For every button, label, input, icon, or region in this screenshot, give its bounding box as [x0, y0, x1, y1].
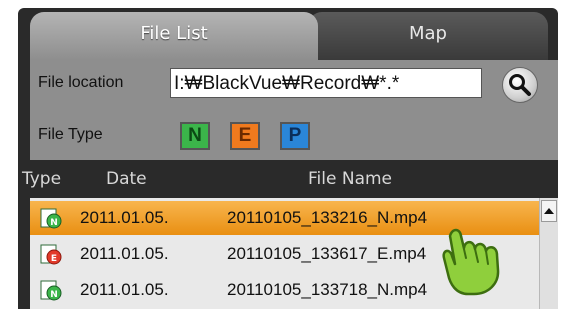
search-button[interactable]	[502, 67, 538, 103]
file-type-label: File Type	[38, 126, 103, 143]
filter-panel: File location I:₩BlackVue₩Record₩*.* Fil…	[30, 60, 558, 160]
file-location-field[interactable]: I:₩BlackVue₩Record₩*.*	[170, 68, 482, 98]
column-header-date[interactable]: Date	[106, 160, 147, 198]
normal-file-icon: N	[40, 280, 62, 301]
file-location-label: File location	[38, 74, 124, 91]
magnifier-icon	[509, 74, 531, 96]
svg-text:E: E	[51, 254, 57, 264]
file-name: 20110105_133216_N.mp4	[227, 208, 428, 227]
file-name: 20110105_133718_N.mp4	[227, 280, 428, 299]
file-type-parking-toggle[interactable]: P	[280, 122, 310, 150]
vertical-scrollbar[interactable]	[539, 198, 558, 309]
svg-text:N: N	[50, 218, 58, 228]
file-list: N 2011.01.05. 20110105_133216_N.mp4 E 20…	[30, 198, 558, 309]
arrow-up-icon	[544, 208, 554, 214]
file-type-event-toggle[interactable]: E	[230, 122, 260, 150]
tab-bar: Map File List	[18, 8, 558, 60]
file-date: 2011.01.05.	[80, 280, 169, 299]
file-date: 2011.01.05.	[80, 208, 169, 227]
table-header: Type Date File Name	[18, 160, 558, 198]
file-row[interactable]: N 2011.01.05. 20110105_133216_N.mp4	[30, 201, 540, 235]
event-file-icon: E	[40, 244, 62, 265]
file-row[interactable]: N 2011.01.05. 20110105_133718_N.mp4	[30, 273, 540, 307]
scroll-up-button[interactable]	[541, 200, 557, 222]
file-row[interactable]: E 2011.01.05. 20110105_133617_E.mp4	[30, 237, 540, 271]
column-header-file-name[interactable]: File Name	[308, 160, 392, 198]
file-name: 20110105_133617_E.mp4	[227, 244, 427, 263]
file-type-normal-toggle[interactable]: N	[180, 122, 210, 150]
file-date: 2011.01.05.	[80, 244, 169, 263]
tab-file-list[interactable]: File List	[30, 12, 318, 60]
blackvue-viewer-panel: Map File List File location I:₩BlackVue₩…	[18, 8, 558, 309]
column-header-type[interactable]: Type	[22, 160, 61, 198]
normal-file-icon: N	[40, 208, 62, 229]
svg-text:N: N	[50, 290, 58, 300]
tab-map[interactable]: Map	[308, 12, 548, 60]
